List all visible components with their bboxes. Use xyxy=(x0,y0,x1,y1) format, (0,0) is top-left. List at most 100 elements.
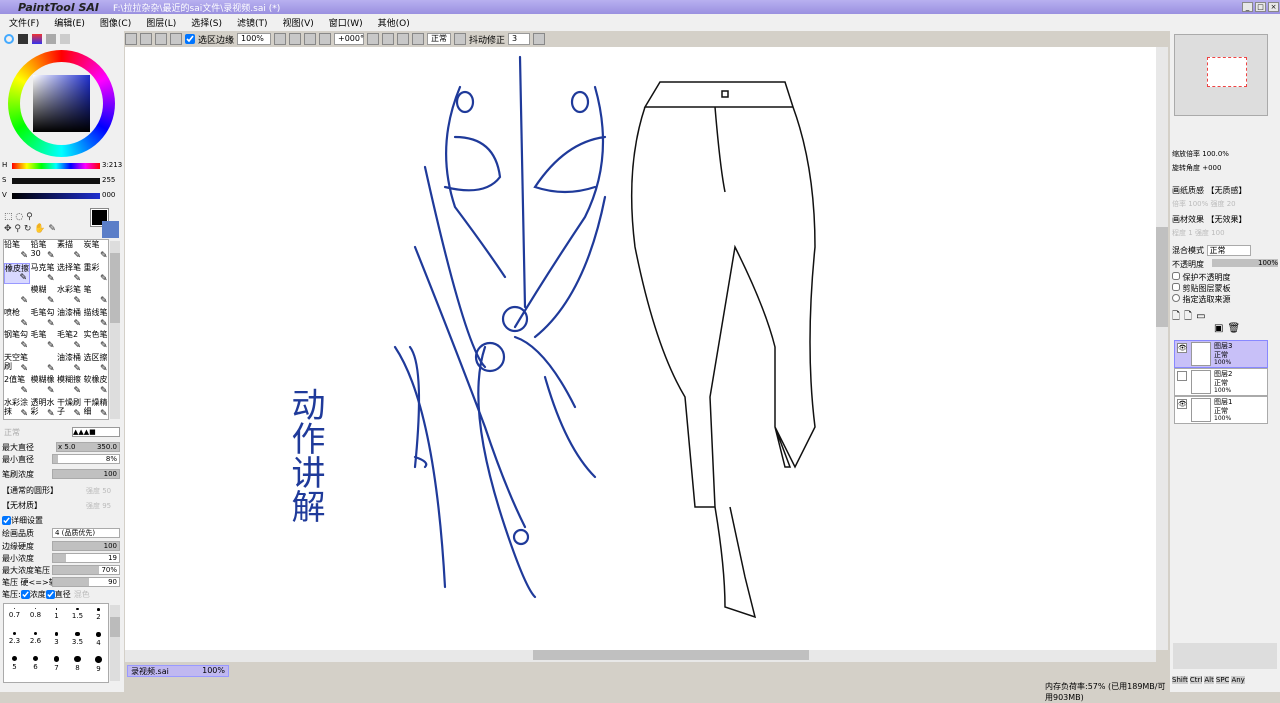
hsv-slider-tab[interactable] xyxy=(32,34,42,44)
brush-tool-7-1[interactable]: 透明水彩 ✎ xyxy=(31,398,57,419)
rotation-field[interactable]: +000° xyxy=(334,33,365,45)
rotate-right-button[interactable] xyxy=(397,33,410,45)
brush-size-preset[interactable]: 1.5 xyxy=(67,608,88,620)
saturation-value-square[interactable] xyxy=(33,75,90,132)
brush-size-preset[interactable]: 5 xyxy=(4,656,25,671)
pressure-blend-label[interactable]: 混色 xyxy=(74,589,90,600)
new-layer-icon[interactable]: 🗋 xyxy=(1172,311,1184,322)
color-wheel[interactable] xyxy=(8,50,115,157)
new-linework-layer-icon[interactable]: 🗋 xyxy=(1184,311,1196,322)
paper-strength-value[interactable]: 20 xyxy=(1227,200,1236,208)
rgb-slider-tab[interactable] xyxy=(18,34,28,44)
brush-tool-4-1[interactable]: 毛笔 ✎ xyxy=(31,330,57,351)
minimize-button[interactable]: _ xyxy=(1242,2,1253,12)
brush-size-preset[interactable]: 0.8 xyxy=(25,608,46,619)
brush-tool-6-0[interactable]: 2值笔 ✎ xyxy=(4,375,30,396)
selection-source-radio[interactable] xyxy=(1172,294,1180,302)
value-slider[interactable] xyxy=(12,193,100,199)
menu-other[interactable]: 其他(O) xyxy=(378,16,410,29)
brush-tool-0-0[interactable]: 铅笔 ✎ xyxy=(4,240,30,261)
saturation-slider[interactable] xyxy=(12,178,100,184)
brush-tool-7-2[interactable]: 干燥刷子 ✎ xyxy=(57,398,83,419)
min-density-slider[interactable]: 19 xyxy=(52,553,120,563)
brush-texture-select[interactable]: 【无材质】 xyxy=(2,500,42,511)
rotate-left-button[interactable] xyxy=(382,33,395,45)
layer-panel-scroll[interactable] xyxy=(1173,643,1277,669)
opacity-slider[interactable]: 100% xyxy=(1212,259,1278,267)
new-folder-icon[interactable]: ▭ xyxy=(1196,311,1209,322)
rotation-dropdown[interactable] xyxy=(367,33,380,45)
zoom-field[interactable]: 100% xyxy=(237,33,272,45)
max-pressure-slider[interactable]: 70% xyxy=(52,565,120,575)
brush-tool-7-0[interactable]: 水彩涂抹 ✎ xyxy=(4,398,30,419)
brush-tool-1-0[interactable]: 橡皮擦 ✎ xyxy=(4,262,30,284)
layer-visibility-icon[interactable]: 👁 xyxy=(1177,399,1187,409)
document-tab[interactable]: 录视频.sai 100% xyxy=(127,665,229,677)
brush-size-preset[interactable]: 6 xyxy=(25,656,46,671)
effect-strength-value[interactable]: 100 xyxy=(1211,229,1224,237)
nav-zoom-value[interactable]: 100.0% xyxy=(1202,150,1229,158)
brush-size-preset[interactable]: 0.7 xyxy=(4,608,25,619)
brush-size-preset[interactable]: 7 xyxy=(46,656,67,672)
brush-shape-select[interactable]: 【通常的圆形】 xyxy=(2,485,58,496)
brush-tool-1-3[interactable]: 重彩 ✎ xyxy=(84,263,109,284)
layer-visibility-icon[interactable]: 👁 xyxy=(1177,343,1187,353)
zoom-reset-button[interactable] xyxy=(319,33,332,45)
canvas-horizontal-scrollbar[interactable] xyxy=(125,650,1156,662)
quality-select[interactable]: 4 (品质优先) xyxy=(52,528,120,538)
brush-size-preset[interactable]: 9 xyxy=(88,656,109,673)
menu-select[interactable]: 选择(S) xyxy=(191,16,222,29)
brush-mode-select[interactable]: 正常 xyxy=(4,427,20,438)
pressure-hardness-slider[interactable]: 90 xyxy=(52,577,120,587)
edge-hardness-slider[interactable]: 100 xyxy=(52,541,120,551)
color-wheel-tab[interactable] xyxy=(4,34,14,44)
brush-tool-0-3[interactable]: 炭笔 ✎ xyxy=(84,240,109,261)
brush-size-preset[interactable]: 3.5 xyxy=(67,632,88,646)
brush-tool-3-3[interactable]: 描线笔 ✎ xyxy=(84,308,109,329)
hue-slider[interactable] xyxy=(12,163,100,169)
canvas-vertical-scrollbar[interactable] xyxy=(1156,47,1168,650)
brush-tool-4-3[interactable]: 实色笔 ✎ xyxy=(84,330,109,351)
brush-tool-5-1[interactable]: ✎ xyxy=(31,353,57,374)
rect-select-icon[interactable]: ⬚ xyxy=(4,212,13,222)
density-slider[interactable]: 100 xyxy=(52,469,120,479)
size-grid-scrollbar[interactable] xyxy=(110,605,120,681)
brush-tool-7-3[interactable]: 干燥精细 ✎ xyxy=(84,398,109,419)
delete-layer-icon[interactable]: 🗑 xyxy=(1227,323,1244,334)
layer-visibility-icon[interactable] xyxy=(1177,371,1187,381)
paper-scale-value[interactable]: 100% xyxy=(1188,200,1208,208)
undo-button[interactable] xyxy=(125,33,137,45)
paper-texture-select[interactable]: 【无质感】 xyxy=(1207,186,1247,195)
move-icon[interactable]: ✥ xyxy=(4,224,12,234)
brush-tool-6-1[interactable]: 模糊橡 ✎ xyxy=(31,375,57,396)
menu-layer[interactable]: 图层(L) xyxy=(146,16,176,29)
min-size-slider[interactable]: 8% xyxy=(52,454,120,464)
hand-icon[interactable]: ✋ xyxy=(34,224,45,234)
redo-button[interactable] xyxy=(140,33,152,45)
menu-file[interactable]: 文件(F) xyxy=(9,16,39,29)
brush-size-preset[interactable]: 8 xyxy=(67,656,88,672)
menu-filter[interactable]: 滤镜(T) xyxy=(237,16,268,29)
flip-button[interactable] xyxy=(454,33,467,45)
nav-angle-value[interactable]: +000 xyxy=(1202,164,1221,172)
brush-tool-5-2[interactable]: 油漆桶 ✎ xyxy=(57,353,83,374)
max-size-multiplier[interactable]: x 5.0 xyxy=(58,443,76,451)
invert-selection-button[interactable] xyxy=(170,33,182,45)
brush-size-preset[interactable]: 3 xyxy=(46,632,67,646)
zoom-dropdown[interactable] xyxy=(274,33,287,45)
layer-row[interactable]: 图层2 正常 100% xyxy=(1174,368,1268,396)
blend-mode-button[interactable]: 正常 xyxy=(427,33,452,45)
background-color-swatch[interactable] xyxy=(102,221,119,238)
stabilizer-dropdown[interactable] xyxy=(533,33,546,45)
lasso-icon[interactable]: ◌ xyxy=(15,212,23,222)
protect-opacity-checkbox[interactable] xyxy=(1172,272,1180,280)
menu-edit[interactable]: 编辑(E) xyxy=(54,16,85,29)
brush-tool-2-0[interactable]: ✎ xyxy=(4,285,30,306)
brush-tool-3-0[interactable]: 喷枪 ✎ xyxy=(4,308,30,329)
effect-degree-value[interactable]: 1 xyxy=(1188,229,1192,237)
zoom-tool-icon[interactable]: ⚲ xyxy=(14,224,21,234)
brush-tool-0-2[interactable]: 素描 ✎ xyxy=(57,240,83,261)
rotate-reset-button[interactable] xyxy=(412,33,425,45)
brush-grid-scrollbar[interactable] xyxy=(110,241,120,419)
pressure-density-checkbox[interactable] xyxy=(20,590,30,599)
